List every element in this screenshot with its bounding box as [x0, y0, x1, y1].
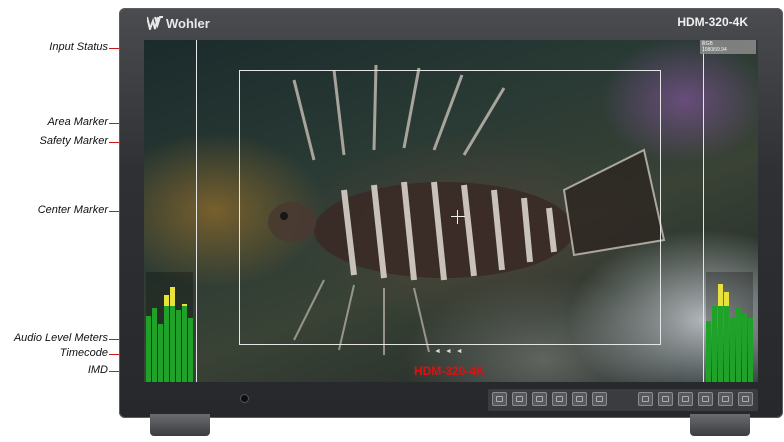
meter-green-segment [730, 318, 735, 382]
callout-input-status-label: Input Status [49, 41, 108, 53]
audio-meter-right-7 [742, 314, 747, 382]
power-indicator[interactable] [241, 395, 248, 402]
meter-green-segment [164, 306, 169, 382]
meter-green-segment [176, 310, 181, 382]
timecode-display: ◄ ◄ ◄ [434, 348, 464, 355]
safety-marker [239, 70, 661, 345]
meter-green-segment [736, 308, 741, 382]
audio-meter-right-4 [724, 292, 729, 382]
audio-meter-right-8 [748, 318, 753, 382]
callout-timecode-label: Timecode [59, 347, 108, 359]
control-button-11[interactable] [718, 392, 733, 406]
foot-left [150, 414, 210, 436]
audio-meter-right-1 [706, 321, 711, 382]
control-button-7[interactable] [638, 392, 653, 406]
input-status-box: RGB 1080i59.94 [700, 40, 756, 54]
meter-green-segment [146, 316, 151, 382]
callout-safety-marker-label: Safety Marker [39, 135, 108, 147]
brand-name: Wohler [166, 15, 210, 31]
control-button-9[interactable] [678, 392, 693, 406]
callout-area-marker-label: Area Marker [47, 116, 108, 128]
audio-meter-left-1 [146, 316, 151, 382]
audio-meter-right-2 [712, 306, 717, 382]
meter-green-segment [706, 321, 711, 382]
control-button-6[interactable] [592, 392, 607, 406]
control-button-12[interactable] [738, 392, 753, 406]
meter-green-segment [748, 318, 753, 382]
control-button-2[interactable] [512, 392, 527, 406]
meter-green-segment [158, 324, 163, 382]
wohler-w-icon [147, 16, 163, 30]
audio-meter-left-2 [152, 308, 157, 382]
input-status-line-2: 1080i59.94 [702, 47, 727, 53]
control-button-10[interactable] [698, 392, 713, 406]
audio-meter-left-8 [188, 318, 193, 382]
control-button-8[interactable] [658, 392, 673, 406]
audio-meters-left [146, 272, 193, 382]
audio-meter-left-6 [176, 310, 181, 382]
meter-green-segment [724, 306, 729, 382]
imd-display: HDM-320-4K [414, 364, 485, 378]
control-button-5[interactable] [572, 392, 587, 406]
meter-yellow-segment [718, 284, 723, 306]
meter-green-segment [742, 314, 747, 382]
audio-meter-right-3 [718, 284, 723, 382]
meter-green-segment [718, 306, 723, 382]
meter-green-segment [712, 306, 717, 382]
meter-green-segment [182, 306, 187, 382]
control-button-4[interactable] [552, 392, 567, 406]
meter-yellow-segment [724, 292, 729, 306]
video-screen: RGB 1080i59.94 ◄ ◄ ◄ HDM-320-4K [144, 40, 758, 382]
model-name: HDM-320-4K [677, 15, 748, 29]
audio-meter-left-5 [170, 287, 175, 382]
center-marker [451, 210, 465, 224]
audio-meter-left-3 [158, 324, 163, 382]
callout-imd-label: IMD [87, 364, 108, 376]
meter-yellow-segment [170, 287, 175, 306]
meter-green-segment [152, 308, 157, 382]
brand-logo: Wohler [147, 14, 210, 32]
audio-meter-right-6 [736, 308, 741, 382]
control-button-1[interactable] [492, 392, 507, 406]
control-button-3[interactable] [532, 392, 547, 406]
foot-right [690, 414, 750, 436]
audio-meter-left-7 [182, 304, 187, 382]
audio-meter-right-5 [730, 318, 735, 382]
callout-audio-meters-label: Audio Level Meters [13, 332, 108, 344]
meter-green-segment [188, 318, 193, 382]
audio-meters-right [706, 272, 753, 382]
meter-green-segment [170, 306, 175, 382]
audio-meter-left-4 [164, 295, 169, 382]
callout-center-marker-label: Center Marker [37, 204, 108, 216]
meter-yellow-segment [164, 295, 169, 306]
